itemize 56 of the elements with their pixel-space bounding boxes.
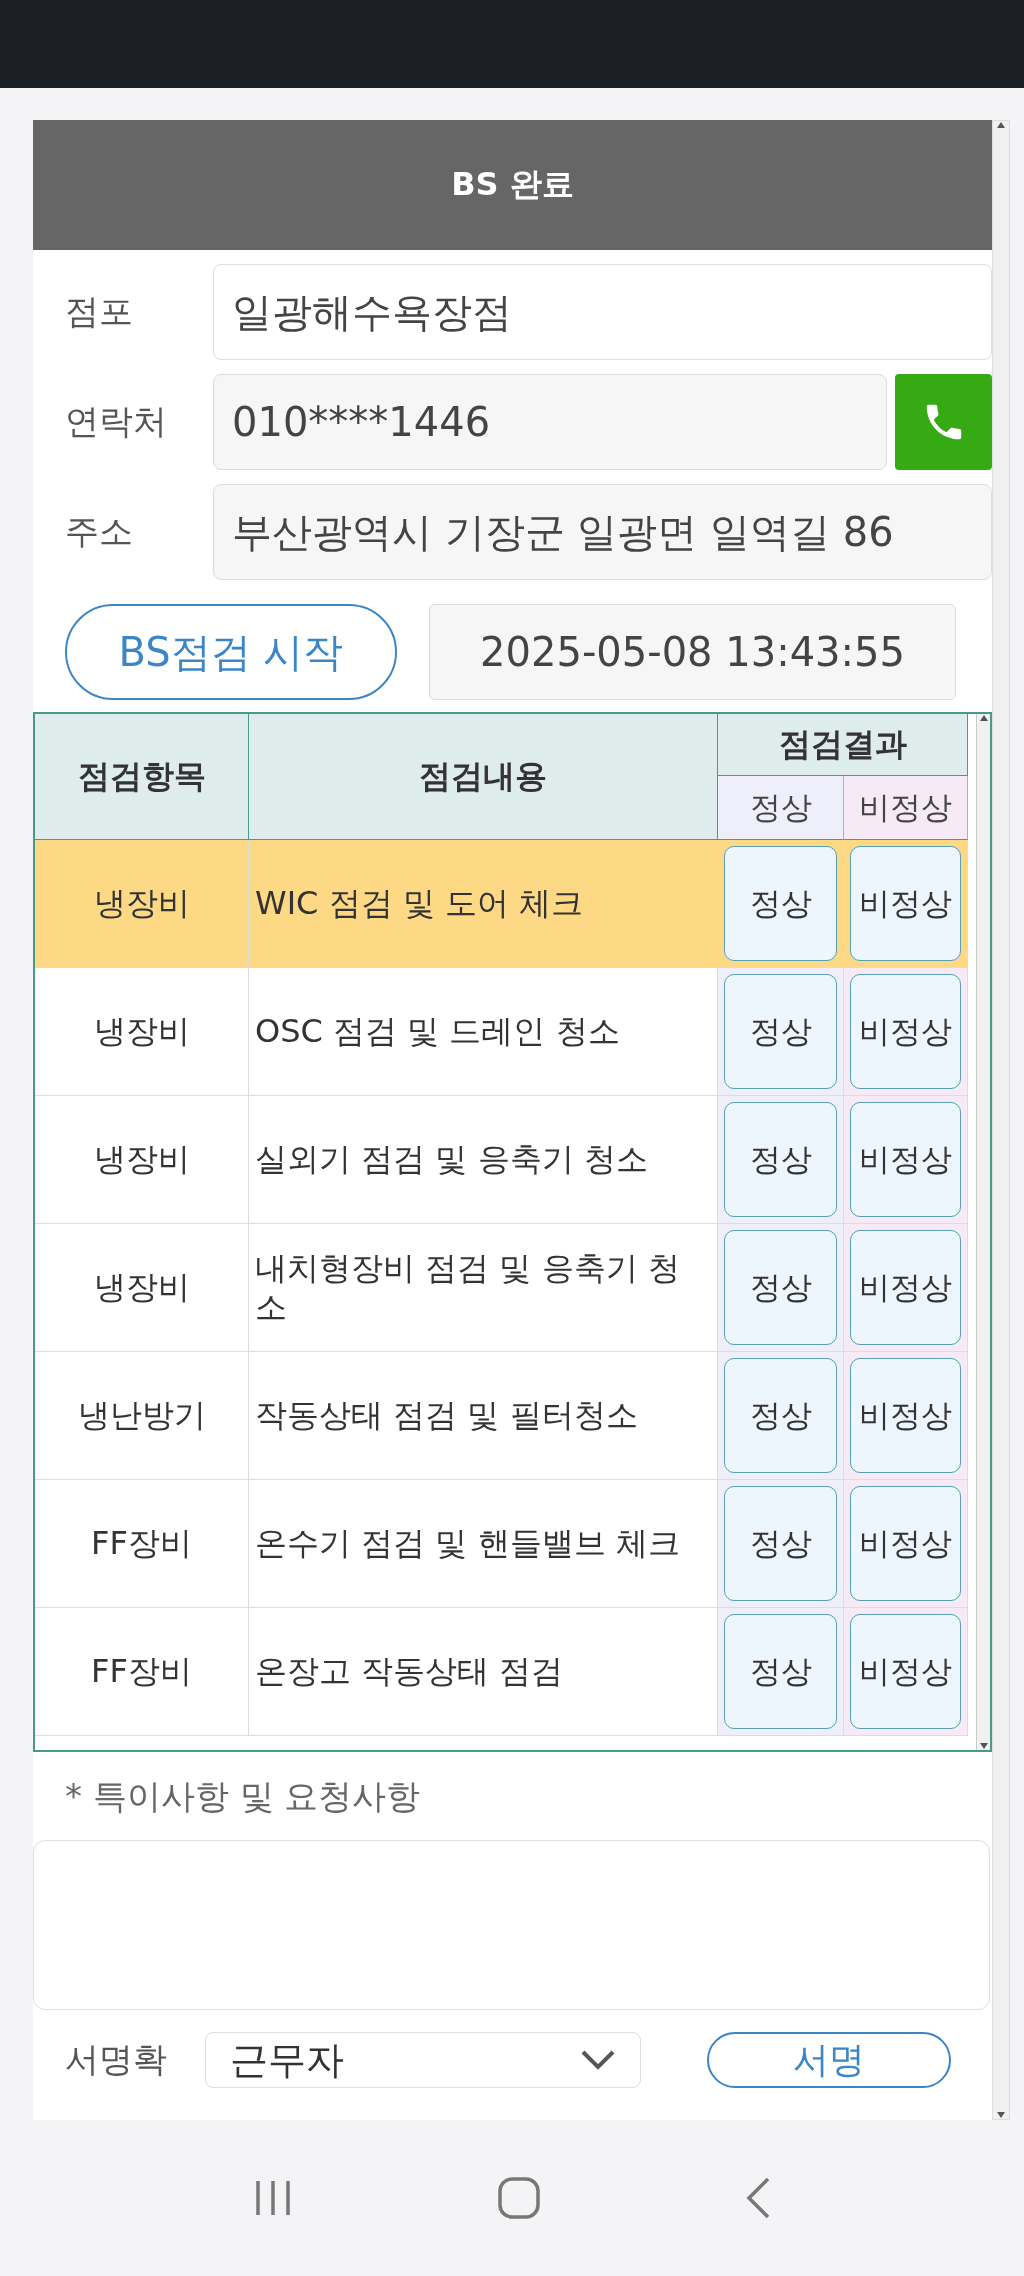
field-label: 주소 (65, 510, 134, 553)
field-label: 서명확 (65, 2038, 168, 2081)
field-label: 점포 (65, 290, 134, 333)
result-button[interactable]: 정상 (724, 1102, 837, 1217)
field-label: 연락처 (65, 400, 168, 443)
result-button[interactable]: 정상 (724, 974, 837, 1089)
page-title: BS 완료 (33, 120, 992, 250)
result-button[interactable]: 비정상 (850, 1614, 961, 1729)
table-cell: 냉난방기 (35, 1352, 249, 1480)
result-button[interactable]: 비정상 (850, 1102, 961, 1217)
scrollbar[interactable] (976, 714, 990, 1750)
result-button[interactable]: 정상 (724, 1614, 837, 1729)
table-cell: 냉장비 (35, 840, 249, 968)
scroll-up-icon[interactable] (996, 121, 1006, 129)
start-time-field: 2025-05-08 13:43:55 (429, 604, 956, 700)
input-field[interactable]: 일광해수욕장점 (213, 264, 992, 360)
table-cell: 작동상태 점검 및 필터청소 (249, 1352, 718, 1480)
result-button[interactable]: 비정상 (850, 1230, 961, 1345)
table-cell: WIC 점검 및 도어 체크 (249, 840, 718, 968)
result-button[interactable]: 정상 (724, 1486, 837, 1601)
table-cell: 냉장비 (35, 968, 249, 1096)
input-field[interactable]: 부산광역시 기장군 일광면 일역길 86 (213, 484, 992, 580)
result-button[interactable]: 비정상 (850, 974, 961, 1089)
signer-select[interactable]: 근무자 (205, 2032, 641, 2088)
table-cell: FF장비 (35, 1608, 249, 1736)
column-header: 점검항목 (35, 714, 249, 840)
table-cell: 냉장비 (35, 1096, 249, 1224)
call-button[interactable] (895, 374, 992, 470)
result-button[interactable]: 정상 (724, 846, 837, 961)
result-button[interactable]: 비정상 (850, 846, 961, 961)
sign-button[interactable]: 서명 (707, 2032, 951, 2088)
table-cell: 내치형장비 점검 및 응축기 청소 (249, 1224, 718, 1352)
result-button[interactable]: 비정상 (850, 1358, 961, 1473)
note-field[interactable] (33, 1840, 990, 2010)
scrollbar[interactable] (992, 120, 1010, 2120)
input-field[interactable]: 010****1446 (213, 374, 887, 470)
chevron-down-icon (580, 2049, 616, 2071)
table-cell: 온수기 점검 및 핸들밸브 체크 (249, 1480, 718, 1608)
home-icon[interactable] (497, 2176, 541, 2220)
column-header: 점검결과 (718, 714, 968, 776)
column-header: 비정상 (844, 776, 968, 840)
note-label: * 특이사항 및 요청사항 (64, 1775, 422, 1818)
scroll-down-icon[interactable] (978, 1742, 989, 1750)
table-cell: 냉장비 (35, 1224, 249, 1352)
scroll-up-icon[interactable] (978, 714, 989, 722)
scroll-down-icon[interactable] (996, 2111, 1006, 2119)
column-header: 점검내용 (249, 714, 718, 840)
result-button[interactable]: 비정상 (850, 1486, 961, 1601)
column-header: 정상 (718, 776, 844, 840)
table-cell: 온장고 작동상태 점검 (249, 1608, 718, 1736)
start-inspection-button[interactable]: BS점검 시작 (65, 604, 397, 700)
result-button[interactable]: 정상 (724, 1230, 837, 1345)
table-cell: OSC 점검 및 드레인 청소 (249, 968, 718, 1096)
result-button[interactable]: 정상 (724, 1358, 837, 1473)
table-cell: FF장비 (35, 1480, 249, 1608)
table-cell: 실외기 점검 및 응축기 청소 (249, 1096, 718, 1224)
